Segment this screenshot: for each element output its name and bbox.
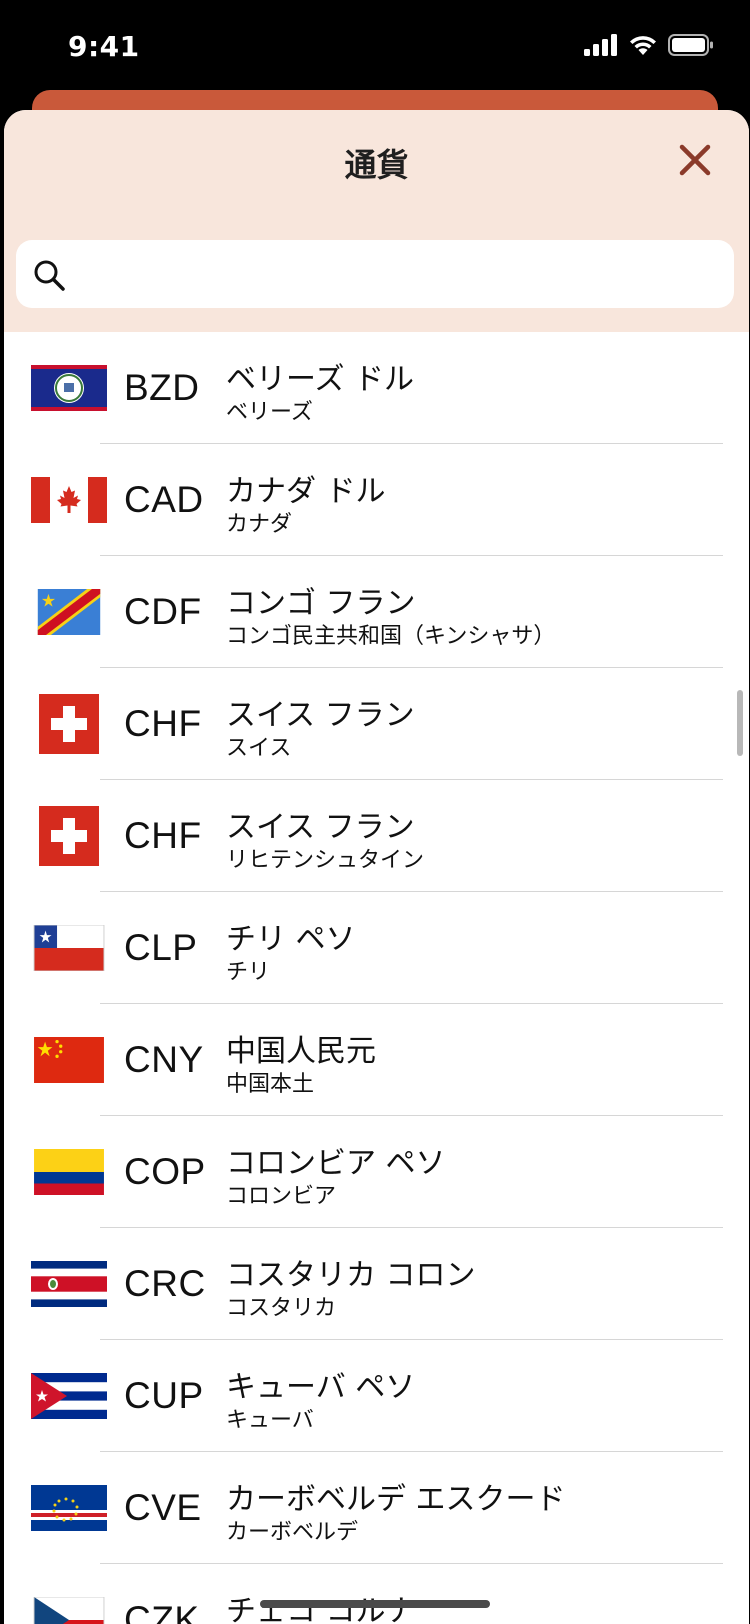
currency-code: CAD — [124, 479, 204, 520]
status-bar: 9:41 — [0, 0, 750, 96]
currency-code: CHF — [124, 815, 202, 856]
currency-region: 中国本土 — [226, 1072, 315, 1097]
currency-name: キューバ ペソ — [226, 1370, 416, 1405]
currency-row-bzd[interactable]: BZD ベリーズ ドル ベリーズ — [4, 332, 749, 444]
currency-row-cad[interactable]: CAD カナダ ドル カナダ — [4, 444, 749, 556]
china-flag-icon — [34, 1037, 104, 1083]
home-indicator[interactable] — [260, 1600, 490, 1608]
currency-code: CZK — [124, 1599, 200, 1624]
sheet-header: 通貨 — [4, 110, 749, 332]
dr-congo-flag-icon — [37, 589, 101, 635]
currency-name: スイス フラン — [226, 698, 415, 733]
signal-icon — [584, 34, 617, 56]
sheet-title: 通貨 — [344, 146, 409, 184]
currency-code: COP — [124, 1151, 206, 1192]
currency-region: コロンビア — [226, 1184, 337, 1209]
currency-name: チリ ペソ — [226, 922, 356, 957]
currency-code: CRC — [124, 1263, 206, 1304]
currency-row-cup[interactable]: CUP キューバ ペソ キューバ — [4, 1340, 749, 1452]
currency-name: 中国人民元 — [226, 1034, 376, 1069]
search-box[interactable] — [16, 240, 734, 308]
currency-name: スイス フラン — [226, 810, 415, 845]
scroll-indicator[interactable] — [737, 690, 743, 756]
currency-region: チリ — [226, 960, 271, 985]
switzerland-flag-icon — [39, 806, 99, 866]
currency-row-czk[interactable]: CZK チェコ コルナ — [4, 1564, 749, 1624]
currency-code: CNY — [124, 1039, 204, 1080]
currency-name: カナダ ドル — [226, 474, 386, 509]
currency-row-cop[interactable]: COP コロンビア ペソ コロンビア — [4, 1116, 749, 1228]
status-time: 9:41 — [68, 30, 140, 63]
currency-name: ベリーズ ドル — [226, 362, 415, 397]
belize-flag-icon — [31, 365, 107, 411]
currency-region: コンゴ民主共和国（キンシャサ） — [226, 624, 556, 649]
czech-flag-icon — [33, 1597, 105, 1624]
currency-row-chf-switzerland[interactable]: CHF スイス フラン スイス — [4, 668, 749, 780]
currency-code: CDF — [124, 591, 202, 632]
cuba-flag-icon — [31, 1373, 107, 1419]
currency-region: スイス — [226, 736, 292, 761]
search-icon — [34, 260, 65, 291]
close-button[interactable] — [675, 140, 715, 180]
currency-code: CUP — [124, 1375, 204, 1416]
switzerland-flag-icon — [39, 694, 99, 754]
currency-code: CLP — [124, 927, 198, 968]
currency-region: キューバ — [226, 1408, 314, 1433]
currency-name: カーボベルデ エスクード — [226, 1482, 566, 1517]
currency-row-cve[interactable]: CVE カーボベルデ エスクード カーボベルデ — [4, 1452, 749, 1564]
currency-region: コスタリカ — [226, 1296, 337, 1321]
currency-row-cdf[interactable]: CDF コンゴ フラン コンゴ民主共和国（キンシャサ） — [4, 556, 749, 668]
cape-verde-flag-icon — [31, 1485, 107, 1531]
currency-list: BZD ベリーズ ドル ベリーズ CAD カナダ ドル カナダ CDF コンゴ … — [4, 332, 749, 1624]
currency-sheet: 通貨 BZD ベリーズ ドル ベリーズ CAD カナダ ドル カナダ CDF コ… — [4, 110, 749, 1624]
currency-row-clp[interactable]: CLP チリ ペソ チリ — [4, 892, 749, 1004]
wifi-icon — [630, 36, 656, 55]
currency-name: コスタリカ コロン — [226, 1258, 476, 1293]
close-icon — [679, 144, 711, 176]
search-input[interactable] — [78, 250, 722, 300]
currency-code: BZD — [124, 367, 200, 408]
battery-icon — [668, 34, 713, 56]
currency-region: カナダ — [226, 512, 293, 537]
status-icons — [584, 34, 714, 56]
colombia-flag-icon — [34, 1149, 104, 1195]
currency-row-cny[interactable]: CNY 中国人民元 中国本土 — [4, 1004, 749, 1116]
costa-rica-flag-icon — [31, 1261, 107, 1307]
currency-region: カーボベルデ — [226, 1520, 359, 1545]
currency-region: ベリーズ — [226, 400, 313, 425]
currency-code: CHF — [124, 703, 202, 744]
currency-name: コンゴ フラン — [226, 586, 416, 621]
currency-region: リヒテンシュタイン — [226, 848, 425, 873]
currency-row-chf-liechtenstein[interactable]: CHF スイス フラン リヒテンシュタイン — [4, 780, 749, 892]
screen: 9:41 通貨 BZD ベリーズ ドル ベリーズ CAD カナダ ドル カナダ … — [0, 0, 750, 1624]
canada-flag-icon — [31, 477, 107, 523]
chile-flag-icon — [33, 925, 105, 971]
currency-row-crc[interactable]: CRC コスタリカ コロン コスタリカ — [4, 1228, 749, 1340]
currency-code: CVE — [124, 1487, 202, 1528]
currency-name: コロンビア ペソ — [226, 1146, 446, 1181]
